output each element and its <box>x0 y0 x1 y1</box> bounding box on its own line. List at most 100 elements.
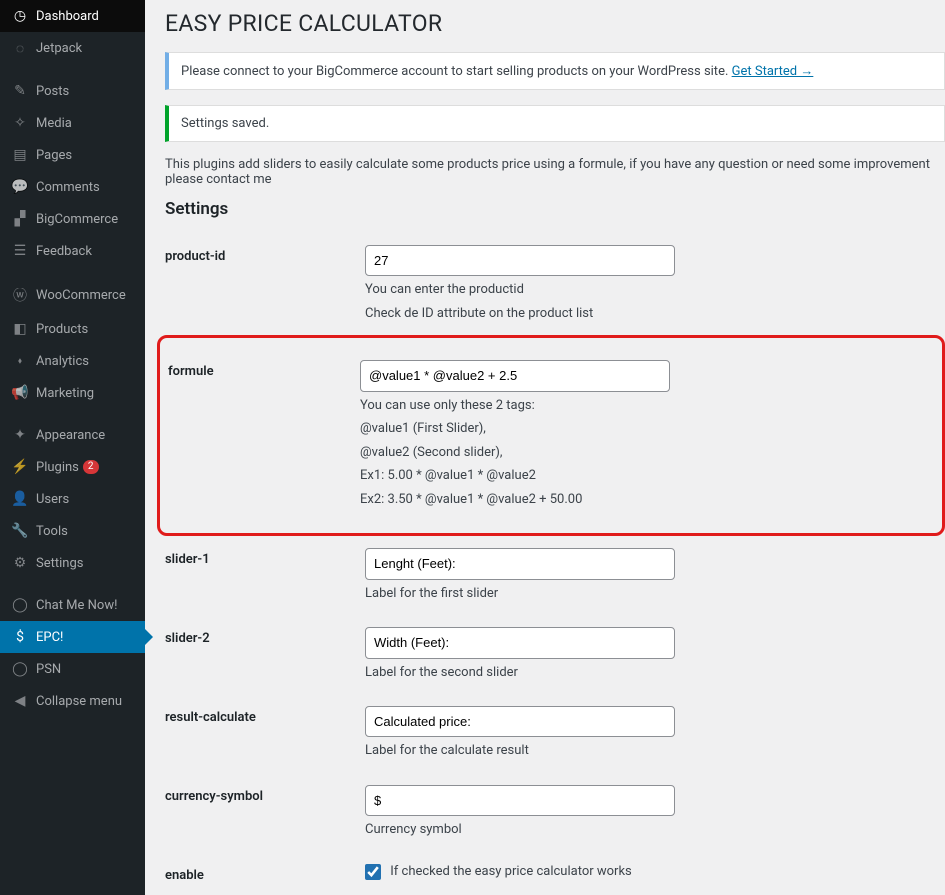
main-content: EASY PRICE CALCULATOR Please connect to … <box>145 0 945 895</box>
sidebar-item-label: PSN <box>36 662 61 677</box>
sidebar-item-posts[interactable]: ✎ Posts <box>0 75 145 107</box>
sidebar-item-tools[interactable]: 🔧 Tools <box>0 515 145 547</box>
posts-icon: ✎ <box>10 83 30 99</box>
products-icon: ◧ <box>10 321 30 337</box>
appearance-icon: ✦ <box>10 427 30 443</box>
bigcommerce-connect-notice: Please connect to your BigCommerce accou… <box>165 52 945 90</box>
admin-sidebar: ◷ Dashboard ◌ Jetpack ✎ Posts ✧Media ▤ Pages 💬 Com… <box>0 0 145 895</box>
formule-highlight-box: formule You can use only these 2 tags: @… <box>157 335 945 536</box>
sidebar-item-products[interactable]: ◧ Products <box>0 313 145 345</box>
label-formule: formule <box>160 360 360 379</box>
marketing-icon: 📢 <box>10 385 30 401</box>
sidebar-item-appearance[interactable]: ✦ Appearance <box>0 419 145 451</box>
sidebar-item-jetpack[interactable]: ◌ Jetpack <box>0 32 145 65</box>
sidebar-item-bigcommerce[interactable]: ▞ BigCommerce <box>0 203 145 235</box>
settings-icon: ⚙ <box>10 555 30 571</box>
sidebar-item-label: Comments <box>36 180 100 195</box>
sidebar-item-chat-me-now-[interactable]: ◯ Chat Me Now! <box>0 589 145 621</box>
sidebar-item-epc-[interactable]: $ EPC! <box>0 621 145 653</box>
help-result: Label for the calculate result <box>365 741 945 761</box>
psn-icon: ◯ <box>10 661 30 677</box>
help-slider-1: Label for the first slider <box>365 584 945 604</box>
label-slider-2: slider-2 <box>165 627 365 646</box>
sidebar-item-label: Feedback <box>36 244 92 259</box>
sidebar-item-label: WooCommerce <box>36 288 126 303</box>
input-currency[interactable] <box>365 785 675 816</box>
sidebar-item-label: Settings <box>36 556 83 571</box>
sidebar-item-pages[interactable]: ▤ Pages <box>0 139 145 171</box>
users-icon: 👤 <box>10 491 30 507</box>
help-product-id-1: You can enter the productid <box>365 280 945 300</box>
epc--icon: $ <box>10 629 30 645</box>
jetpack-icon: ◌ <box>10 40 30 57</box>
sidebar-item-psn[interactable]: ◯ PSN <box>0 653 145 685</box>
collapse-menu-icon: ◀ <box>10 693 30 709</box>
sidebar-item-label: Posts <box>36 84 69 99</box>
sidebar-item-woocommerce[interactable]: ⓦ WooCommerce <box>0 277 145 313</box>
update-badge: 2 <box>83 460 99 474</box>
input-product-id[interactable] <box>365 245 675 276</box>
sidebar-item-label: Marketing <box>36 386 94 401</box>
sidebar-item-analytics[interactable]: ⬪Analytics <box>0 345 145 377</box>
sidebar-item-feedback[interactable]: ☰Feedback <box>0 235 145 267</box>
input-slider-2[interactable] <box>365 627 675 658</box>
label-product-id: product-id <box>165 245 365 264</box>
sidebar-item-marketing[interactable]: 📢 Marketing <box>0 377 145 409</box>
checkbox-enable[interactable] <box>365 864 381 880</box>
input-result[interactable] <box>365 706 675 737</box>
plugin-description: This plugins add sliders to easily calcu… <box>165 157 945 187</box>
row-currency-symbol: currency-symbol Currency symbol <box>165 773 945 852</box>
row-result-calculate: result-calculate Label for the calculate… <box>165 694 945 773</box>
media-icon: ✧ <box>10 115 30 131</box>
sidebar-item-media[interactable]: ✧Media <box>0 107 145 139</box>
notice-text: Please connect to your BigCommerce accou… <box>181 64 728 79</box>
sidebar-item-label: Plugins <box>36 460 79 475</box>
dashboard-icon: ◷ <box>10 8 30 24</box>
notice-saved-text: Settings saved. <box>181 116 269 131</box>
sidebar-item-users[interactable]: 👤 Users <box>0 483 145 515</box>
settings-saved-notice: Settings saved. <box>165 105 945 142</box>
sidebar-item-label: Collapse menu <box>36 694 122 709</box>
sidebar-item-label: Appearance <box>36 428 105 443</box>
chat-me-now--icon: ◯ <box>10 597 30 613</box>
enable-text: If checked the easy price calculator wor… <box>390 864 632 879</box>
row-product-id: product-id You can enter the productid C… <box>165 233 945 335</box>
get-started-link[interactable]: Get Started → <box>732 64 814 79</box>
sidebar-item-label: BigCommerce <box>36 212 118 227</box>
help-currency: Currency symbol <box>365 820 945 840</box>
active-arrow-icon <box>145 629 153 645</box>
comments-icon: 💬 <box>10 179 30 195</box>
sidebar-item-label: Users <box>36 492 69 507</box>
input-formule[interactable] <box>360 360 670 391</box>
sidebar-item-dashboard[interactable]: ◷ Dashboard <box>0 0 145 32</box>
sidebar-item-label: EPC! <box>36 630 63 645</box>
tools-icon: 🔧 <box>10 523 30 539</box>
help-formule-3: @value2 (Second slider), <box>360 443 934 463</box>
help-formule-1: You can use only these 2 tags: <box>360 396 934 416</box>
sidebar-item-label: Tools <box>36 524 68 539</box>
sidebar-item-comments[interactable]: 💬 Comments <box>0 171 145 203</box>
plugins-icon: ⚡ <box>10 459 30 475</box>
sidebar-item-label: Pages <box>36 148 72 163</box>
help-formule-4: Ex1: 5.00 * @value1 * @value2 <box>360 466 934 486</box>
label-slider-1: slider-1 <box>165 548 365 567</box>
settings-heading: Settings <box>165 199 945 219</box>
sidebar-item-label: Jetpack <box>36 41 82 56</box>
row-enable: enable If checked the easy price calcula… <box>165 852 945 895</box>
row-slider-1: slider-1 Label for the first slider <box>165 536 945 615</box>
pages-icon: ▤ <box>10 147 30 163</box>
sidebar-item-label: Chat Me Now! <box>36 598 117 613</box>
sidebar-item-label: Dashboard <box>36 9 99 24</box>
sidebar-item-settings[interactable]: ⚙ Settings <box>0 547 145 579</box>
help-product-id-2: Check de ID attribute on the product lis… <box>365 304 945 324</box>
label-currency: currency-symbol <box>165 785 365 804</box>
input-slider-1[interactable] <box>365 548 675 579</box>
help-formule-5: Ex2: 3.50 * @value1 * @value2 + 50.00 <box>360 490 934 510</box>
sidebar-item-collapse-menu[interactable]: ◀ Collapse menu <box>0 685 145 717</box>
sidebar-item-label: Products <box>36 322 88 337</box>
help-slider-2: Label for the second slider <box>365 663 945 683</box>
woocommerce-icon: ⓦ <box>10 285 30 305</box>
sidebar-item-plugins[interactable]: ⚡ Plugins 2 <box>0 451 145 483</box>
bigcommerce-icon: ▞ <box>10 211 30 227</box>
row-slider-2: slider-2 Label for the second slider <box>165 615 945 694</box>
